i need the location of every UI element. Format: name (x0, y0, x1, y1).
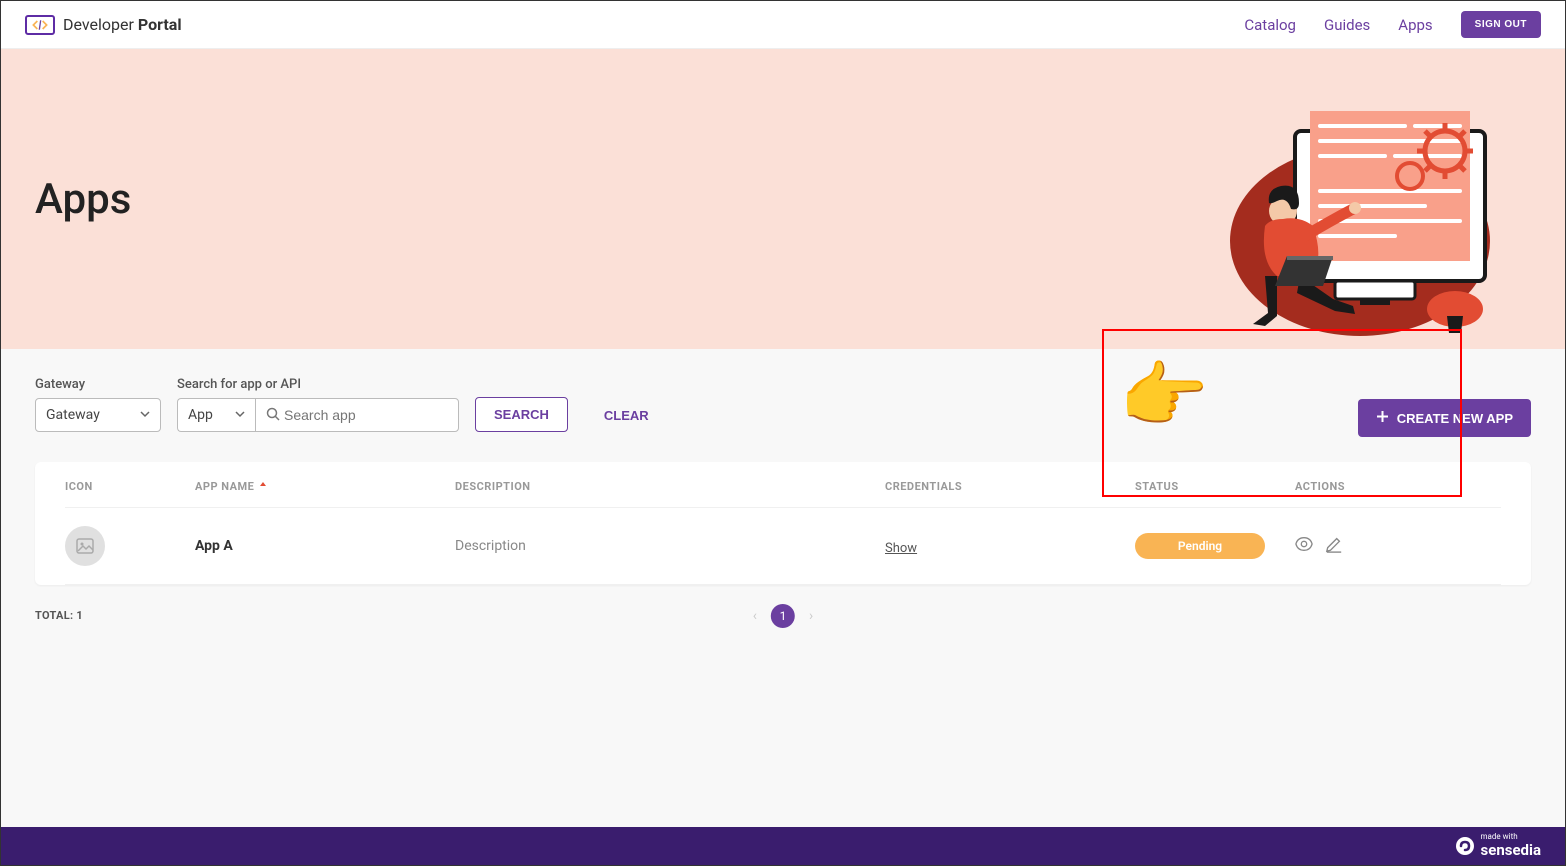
logo-icon (25, 15, 55, 35)
nav-catalog[interactable]: Catalog (1244, 16, 1296, 34)
th-actions: ACTIONS (1295, 480, 1415, 493)
pagination-row: TOTAL: 1 ‹ 1 › (1, 585, 1565, 646)
create-new-app-button[interactable]: CREATE NEW APP (1358, 399, 1531, 437)
table-header-row: ICON APP NAME DESCRIPTION CREDENTIALS ST… (65, 462, 1501, 508)
pager: ‹ 1 › (753, 604, 813, 628)
clear-button[interactable]: CLEAR (592, 399, 661, 432)
edit-icon[interactable] (1325, 535, 1343, 557)
th-icon: ICON (65, 480, 195, 493)
app-icon-cell (65, 526, 195, 566)
top-nav: Catalog Guides Apps SIGN OUT (1244, 11, 1541, 38)
gateway-filter: Gateway Gateway (35, 377, 161, 432)
search-input[interactable] (280, 399, 448, 431)
app-name-cell[interactable]: App A (195, 538, 455, 554)
search-icon (266, 406, 280, 425)
brand-text: Developer Portal (63, 15, 182, 34)
app-credentials-cell: Show (885, 537, 1135, 556)
page-title: Apps (35, 175, 131, 224)
chevron-down-icon (235, 407, 245, 423)
filter-bar: Gateway Gateway Search for app or API Ap… (1, 349, 1565, 450)
search-type-select[interactable]: App (177, 398, 255, 432)
app-description-cell: Description (455, 538, 885, 554)
footer: made with sensedia (1, 827, 1565, 865)
total-count: TOTAL: 1 (35, 609, 83, 622)
app-actions-cell (1295, 535, 1415, 557)
footer-brand[interactable]: made with sensedia (1455, 833, 1541, 859)
gateway-label: Gateway (35, 377, 161, 392)
search-filter: Search for app or API App (177, 377, 459, 432)
th-status: STATUS (1135, 480, 1295, 493)
pager-next[interactable]: › (809, 608, 813, 624)
hero-banner: Apps (1, 49, 1565, 349)
app-placeholder-icon (65, 526, 105, 566)
app-status-cell: Pending (1135, 533, 1295, 559)
view-details-icon[interactable] (1295, 535, 1313, 557)
gateway-select[interactable]: Gateway (35, 398, 161, 432)
sort-asc-icon (258, 480, 268, 493)
pager-prev[interactable]: ‹ (753, 608, 757, 624)
search-button[interactable]: SEARCH (475, 397, 568, 432)
nav-apps[interactable]: Apps (1398, 16, 1432, 34)
logo-area[interactable]: Developer Portal (25, 15, 182, 35)
sign-out-button[interactable]: SIGN OUT (1461, 11, 1541, 38)
th-app-name[interactable]: APP NAME (195, 480, 455, 493)
apps-table-card: ICON APP NAME DESCRIPTION CREDENTIALS ST… (35, 462, 1531, 585)
nav-guides[interactable]: Guides (1324, 16, 1370, 34)
th-credentials: CREDENTIALS (885, 480, 1135, 493)
th-description: DESCRIPTION (455, 480, 885, 493)
status-badge: Pending (1135, 533, 1265, 559)
pager-page-1[interactable]: 1 (771, 604, 795, 628)
plus-icon (1376, 410, 1389, 426)
chevron-down-icon (140, 407, 150, 423)
search-label: Search for app or API (177, 377, 459, 392)
show-credentials-link[interactable]: Show (885, 541, 917, 556)
table-row: App A Description Show Pending (65, 508, 1501, 585)
search-input-wrap (255, 398, 459, 432)
hero-illustration (1205, 61, 1505, 341)
top-header: Developer Portal Catalog Guides Apps SIG… (1, 1, 1565, 49)
